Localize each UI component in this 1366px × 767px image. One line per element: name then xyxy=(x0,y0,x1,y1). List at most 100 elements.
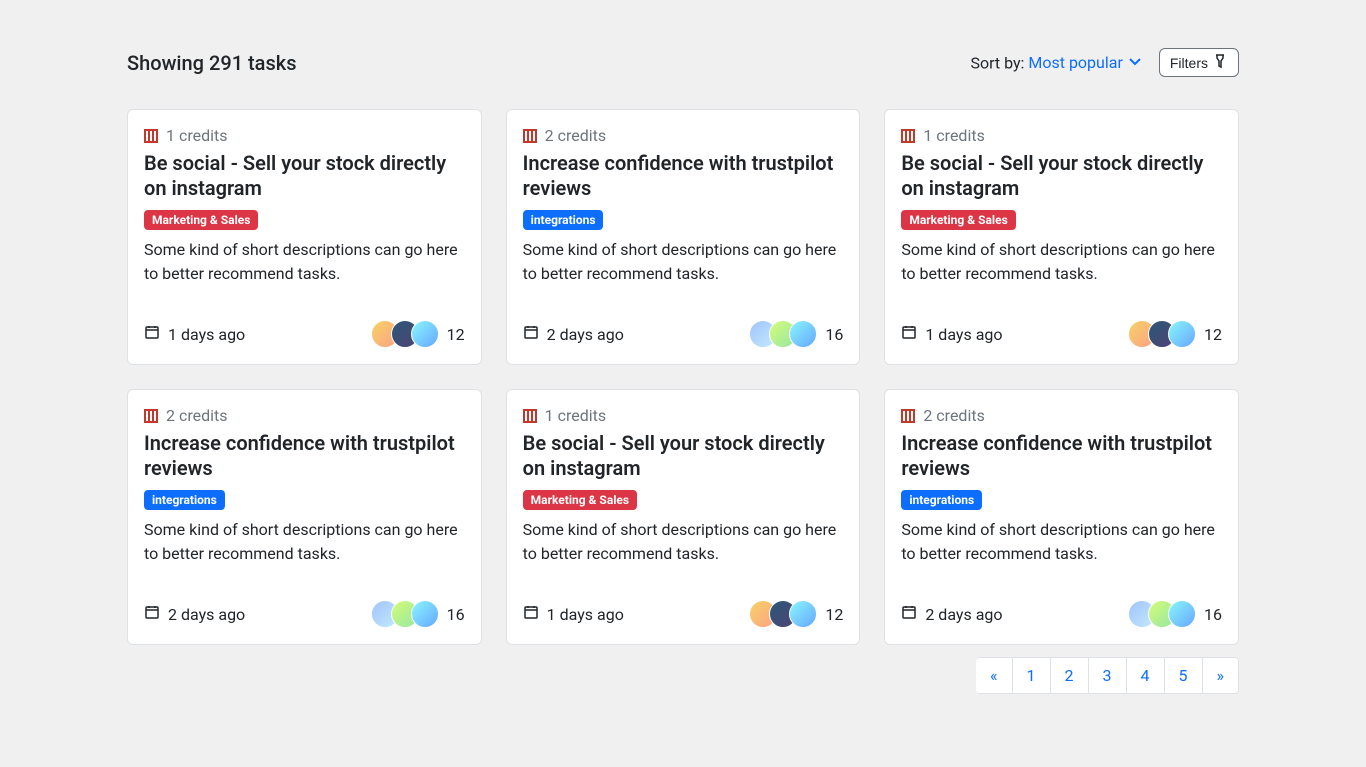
pagination-page[interactable]: 5 xyxy=(1164,657,1203,694)
credits-row: 1 credits xyxy=(901,126,1222,145)
category-badge: integrations xyxy=(901,490,982,510)
card-footer: 2 days ago 16 xyxy=(901,600,1222,628)
credits-text: 2 credits xyxy=(545,126,607,145)
task-card[interactable]: 1 credits Be social - Sell your stock di… xyxy=(884,109,1239,365)
date-text: 1 days ago xyxy=(925,325,1002,344)
pagination-page[interactable]: 2 xyxy=(1050,657,1089,694)
sort-dropdown[interactable]: Most popular xyxy=(1028,53,1142,73)
card-footer: 1 days ago 12 xyxy=(901,320,1222,348)
task-card[interactable]: 2 credits Increase confidence with trust… xyxy=(884,389,1239,645)
page-title: Showing 291 tasks xyxy=(127,51,296,75)
avatar-count: 16 xyxy=(447,605,465,624)
avatars-group: 12 xyxy=(371,320,465,348)
category-badge: integrations xyxy=(144,490,225,510)
calendar-icon xyxy=(144,324,160,344)
date-text: 1 days ago xyxy=(547,605,624,624)
credits-row: 1 credits xyxy=(523,406,844,425)
card-title: Be social - Sell your stock directly on … xyxy=(901,151,1222,201)
card-description: Some kind of short descriptions can go h… xyxy=(144,238,465,286)
filter-icon xyxy=(1212,53,1228,72)
credits-row: 2 credits xyxy=(144,406,465,425)
date-text: 2 days ago xyxy=(925,605,1002,624)
card-body: 2 credits Increase confidence with trust… xyxy=(523,126,844,304)
card-body: 1 credits Be social - Sell your stock di… xyxy=(901,126,1222,304)
avatar-stack xyxy=(371,320,439,348)
avatars-group: 16 xyxy=(371,600,465,628)
credits-icon xyxy=(901,129,915,143)
task-card[interactable]: 1 credits Be social - Sell your stock di… xyxy=(127,109,482,365)
card-title: Be social - Sell your stock directly on … xyxy=(144,151,465,201)
card-footer: 1 days ago 12 xyxy=(144,320,465,348)
header-row: Showing 291 tasks Sort by: Most popular … xyxy=(127,48,1239,77)
pagination-next[interactable]: » xyxy=(1202,657,1240,694)
pagination-page[interactable]: 3 xyxy=(1088,657,1127,694)
date-group: 2 days ago xyxy=(901,604,1002,624)
credits-icon xyxy=(901,409,915,423)
card-description: Some kind of short descriptions can go h… xyxy=(901,518,1222,566)
credits-icon xyxy=(523,409,537,423)
task-card[interactable]: 1 credits Be social - Sell your stock di… xyxy=(506,389,861,645)
pagination-page[interactable]: 1 xyxy=(1012,657,1051,694)
card-body: 1 credits Be social - Sell your stock di… xyxy=(523,406,844,584)
date-text: 1 days ago xyxy=(168,325,245,344)
avatar-stack xyxy=(1128,320,1196,348)
avatar-stack xyxy=(371,600,439,628)
sort-group: Sort by: Most popular xyxy=(970,53,1142,73)
sort-value: Most popular xyxy=(1028,53,1122,72)
avatar-count: 12 xyxy=(1204,325,1222,344)
pagination-page[interactable]: 4 xyxy=(1126,657,1165,694)
credits-icon xyxy=(523,129,537,143)
filters-label: Filters xyxy=(1170,55,1208,71)
card-body: 2 credits Increase confidence with trust… xyxy=(901,406,1222,584)
avatar-stack xyxy=(1128,600,1196,628)
avatars-group: 16 xyxy=(749,320,843,348)
avatars-group: 12 xyxy=(749,600,843,628)
card-footer: 2 days ago 16 xyxy=(144,600,465,628)
card-description: Some kind of short descriptions can go h… xyxy=(901,238,1222,286)
pagination: «12345» xyxy=(976,657,1239,694)
credits-text: 2 credits xyxy=(923,406,985,425)
date-group: 1 days ago xyxy=(523,604,624,624)
pagination-prev[interactable]: « xyxy=(976,657,1013,694)
date-group: 1 days ago xyxy=(144,324,245,344)
credits-row: 2 credits xyxy=(523,126,844,145)
avatar xyxy=(1168,320,1196,348)
card-body: 2 credits Increase confidence with trust… xyxy=(144,406,465,584)
avatar-stack xyxy=(749,600,817,628)
card-description: Some kind of short descriptions can go h… xyxy=(523,238,844,286)
avatars-group: 12 xyxy=(1128,320,1222,348)
calendar-icon xyxy=(901,324,917,344)
avatar-stack xyxy=(749,320,817,348)
category-badge: integrations xyxy=(523,210,604,230)
card-title: Increase confidence with trustpilot revi… xyxy=(144,431,465,481)
category-badge: Marketing & Sales xyxy=(144,210,258,230)
date-group: 2 days ago xyxy=(523,324,624,344)
card-footer: 1 days ago 12 xyxy=(523,600,844,628)
credits-text: 2 credits xyxy=(166,406,228,425)
category-badge: Marketing & Sales xyxy=(901,210,1015,230)
card-body: 1 credits Be social - Sell your stock di… xyxy=(144,126,465,304)
credits-icon xyxy=(144,129,158,143)
avatars-group: 16 xyxy=(1128,600,1222,628)
sort-label: Sort by: xyxy=(970,53,1024,72)
task-card[interactable]: 2 credits Increase confidence with trust… xyxy=(506,109,861,365)
chevron-down-icon xyxy=(1127,53,1143,73)
calendar-icon xyxy=(523,604,539,624)
avatar xyxy=(789,320,817,348)
card-title: Be social - Sell your stock directly on … xyxy=(523,431,844,481)
credits-text: 1 credits xyxy=(166,126,228,145)
credits-row: 1 credits xyxy=(144,126,465,145)
calendar-icon xyxy=(144,604,160,624)
credits-icon xyxy=(144,409,158,423)
calendar-icon xyxy=(523,324,539,344)
pagination-row: «12345» xyxy=(127,657,1239,694)
date-text: 2 days ago xyxy=(168,605,245,624)
credits-text: 1 credits xyxy=(923,126,985,145)
task-card[interactable]: 2 credits Increase confidence with trust… xyxy=(127,389,482,645)
category-badge: Marketing & Sales xyxy=(523,490,637,510)
filters-button[interactable]: Filters xyxy=(1159,48,1239,77)
card-description: Some kind of short descriptions can go h… xyxy=(523,518,844,566)
card-title: Increase confidence with trustpilot revi… xyxy=(901,431,1222,481)
credits-text: 1 credits xyxy=(545,406,607,425)
card-title: Increase confidence with trustpilot revi… xyxy=(523,151,844,201)
